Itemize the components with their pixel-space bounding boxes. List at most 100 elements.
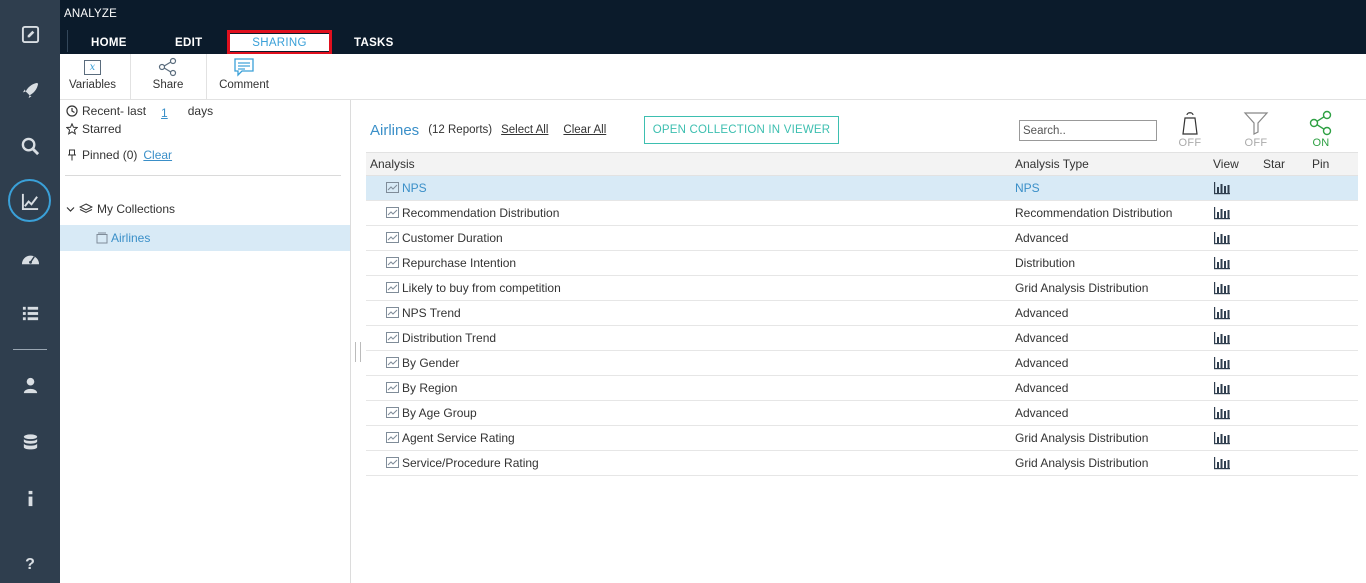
my-collections-label: My Collections xyxy=(97,202,176,216)
table-row[interactable]: NPS NPS xyxy=(366,176,1358,201)
analysis-name[interactable]: By Age Group xyxy=(402,406,477,420)
table-header: Analysis Analysis Type View Star Pin xyxy=(366,152,1358,176)
my-collections-node[interactable]: My Collections xyxy=(66,202,175,216)
analysis-name[interactable]: Agent Service Rating xyxy=(402,431,515,445)
view-chart-icon[interactable] xyxy=(1213,256,1231,270)
analysis-name[interactable]: By Gender xyxy=(402,356,459,370)
starred-label: Starred xyxy=(82,122,122,136)
analysis-name[interactable]: Likely to buy from competition xyxy=(402,281,561,295)
table-row[interactable]: Service/Procedure Rating Grid Analysis Di… xyxy=(366,451,1358,476)
filter-icon xyxy=(1243,112,1269,135)
edit-icon[interactable] xyxy=(0,14,60,54)
column-analysis-type[interactable]: Analysis Type xyxy=(1015,157,1089,171)
rail-divider xyxy=(13,349,47,350)
info-icon[interactable] xyxy=(0,478,60,518)
database-icon[interactable] xyxy=(0,422,60,462)
analysis-chart-icon xyxy=(386,182,399,193)
table-row[interactable]: NPS Trend Advanced xyxy=(366,301,1358,326)
analysis-type: Advanced xyxy=(1015,406,1069,420)
tab-tasks[interactable]: TASKS xyxy=(354,37,394,49)
analysis-name[interactable]: NPS xyxy=(402,181,427,195)
collection-label: Airlines xyxy=(111,231,151,245)
report-count: (12 Reports) xyxy=(428,124,493,136)
analysis-name[interactable]: Distribution Trend xyxy=(402,331,496,345)
view-chart-icon[interactable] xyxy=(1213,231,1231,245)
table-row[interactable]: By Age Group Advanced xyxy=(366,401,1358,426)
icon-rail: ? xyxy=(0,0,60,583)
analysis-chart-icon xyxy=(386,332,399,343)
filter-toggle[interactable]: OFF xyxy=(1236,110,1276,152)
view-chart-icon[interactable] xyxy=(1213,356,1231,370)
table-row[interactable]: By Gender Advanced xyxy=(366,351,1358,376)
analysis-chart-icon xyxy=(386,307,399,318)
tab-home[interactable]: HOME xyxy=(91,37,127,49)
analysis-name[interactable]: NPS Trend xyxy=(402,306,461,320)
analysis-name[interactable]: Recommendation Distribution xyxy=(402,206,559,220)
sharing-toggle[interactable]: ON xyxy=(1301,110,1341,152)
table-row[interactable]: Repurchase Intention Distribution xyxy=(366,251,1358,276)
recent-filter: Recent- last 1 days xyxy=(66,101,213,120)
user-icon[interactable] xyxy=(0,365,60,405)
toolbar-divider xyxy=(130,54,131,99)
panel-resize-handle[interactable] xyxy=(355,342,361,362)
alert-toggle-label: OFF xyxy=(1178,137,1202,149)
analysis-type: Advanced xyxy=(1015,381,1069,395)
table-row[interactable]: Likely to buy from competition Grid Analy… xyxy=(366,276,1358,301)
analysis-name[interactable]: By Region xyxy=(402,381,457,395)
help-icon[interactable]: ? xyxy=(0,545,60,583)
starred-filter[interactable]: Starred xyxy=(66,122,121,136)
search-icon[interactable] xyxy=(0,126,60,166)
share-button[interactable]: Share xyxy=(148,54,188,99)
analysis-type: NPS xyxy=(1015,181,1040,195)
analysis-chart-icon xyxy=(386,382,399,393)
table-row[interactable]: By Region Advanced xyxy=(366,376,1358,401)
dashboard-gauge-icon[interactable] xyxy=(0,238,60,278)
column-view: View xyxy=(1213,157,1239,171)
view-chart-icon[interactable] xyxy=(1213,181,1231,195)
column-star: Star xyxy=(1263,157,1286,171)
collection-item-airlines[interactable]: Airlines xyxy=(60,225,350,251)
alert-toggle[interactable]: OFF xyxy=(1170,110,1210,152)
table-body: NPS NPS Recommendation Distribution Recomme… xyxy=(366,176,1358,476)
comment-button[interactable]: Comment xyxy=(214,54,274,99)
comment-icon xyxy=(233,57,255,77)
table-row[interactable]: Agent Service Rating Grid Analysis Distri… xyxy=(366,426,1358,451)
view-chart-icon[interactable] xyxy=(1213,406,1231,420)
view-chart-icon[interactable] xyxy=(1213,206,1231,220)
table-row[interactable]: Recommendation Distribution Recommendatio… xyxy=(366,201,1358,226)
variables-button[interactable]: x Variables xyxy=(65,54,120,99)
sharing-toggle-label: ON xyxy=(1312,137,1330,149)
recent-days-suffix: days xyxy=(187,103,214,118)
open-collection-in-viewer-button[interactable]: OPEN COLLECTION IN VIEWER xyxy=(644,116,839,144)
reports-table: Analysis Analysis Type View Star Pin NPS… xyxy=(366,152,1358,476)
tab-edit[interactable]: EDIT xyxy=(175,37,202,49)
view-chart-icon[interactable] xyxy=(1213,381,1231,395)
view-chart-icon[interactable] xyxy=(1213,331,1231,345)
recent-days-value[interactable]: 1 xyxy=(161,106,168,120)
column-analysis[interactable]: Analysis xyxy=(370,157,415,171)
table-row[interactable]: Customer Duration Advanced xyxy=(366,226,1358,251)
analysis-chart-icon xyxy=(386,357,399,368)
table-row[interactable]: Distribution Trend Advanced xyxy=(366,326,1358,351)
analysis-name[interactable]: Service/Procedure Rating xyxy=(402,456,539,470)
filter-toggle-label: OFF xyxy=(1244,137,1268,149)
list-icon[interactable] xyxy=(0,293,60,333)
view-chart-icon[interactable] xyxy=(1213,431,1231,445)
pin-icon xyxy=(68,149,76,161)
analysis-chart-icon xyxy=(386,257,399,268)
view-chart-icon[interactable] xyxy=(1213,306,1231,320)
select-all-link[interactable]: Select All xyxy=(501,124,548,136)
analysis-name[interactable]: Customer Duration xyxy=(402,231,503,245)
search-input[interactable] xyxy=(1019,120,1157,141)
panel-divider xyxy=(65,175,341,176)
clear-all-link[interactable]: Clear All xyxy=(563,124,606,136)
tab-highlight-box xyxy=(227,30,332,55)
analyze-chart-icon[interactable] xyxy=(0,181,60,221)
analysis-name[interactable]: Repurchase Intention xyxy=(402,256,516,270)
analysis-type: Advanced xyxy=(1015,356,1069,370)
view-chart-icon[interactable] xyxy=(1213,281,1231,295)
collections-panel: Recent- last 1 days Starred Pinned (0) C… xyxy=(60,100,351,583)
pinned-clear-link[interactable]: Clear xyxy=(143,148,172,162)
rocket-icon[interactable] xyxy=(0,70,60,110)
view-chart-icon[interactable] xyxy=(1213,456,1231,470)
